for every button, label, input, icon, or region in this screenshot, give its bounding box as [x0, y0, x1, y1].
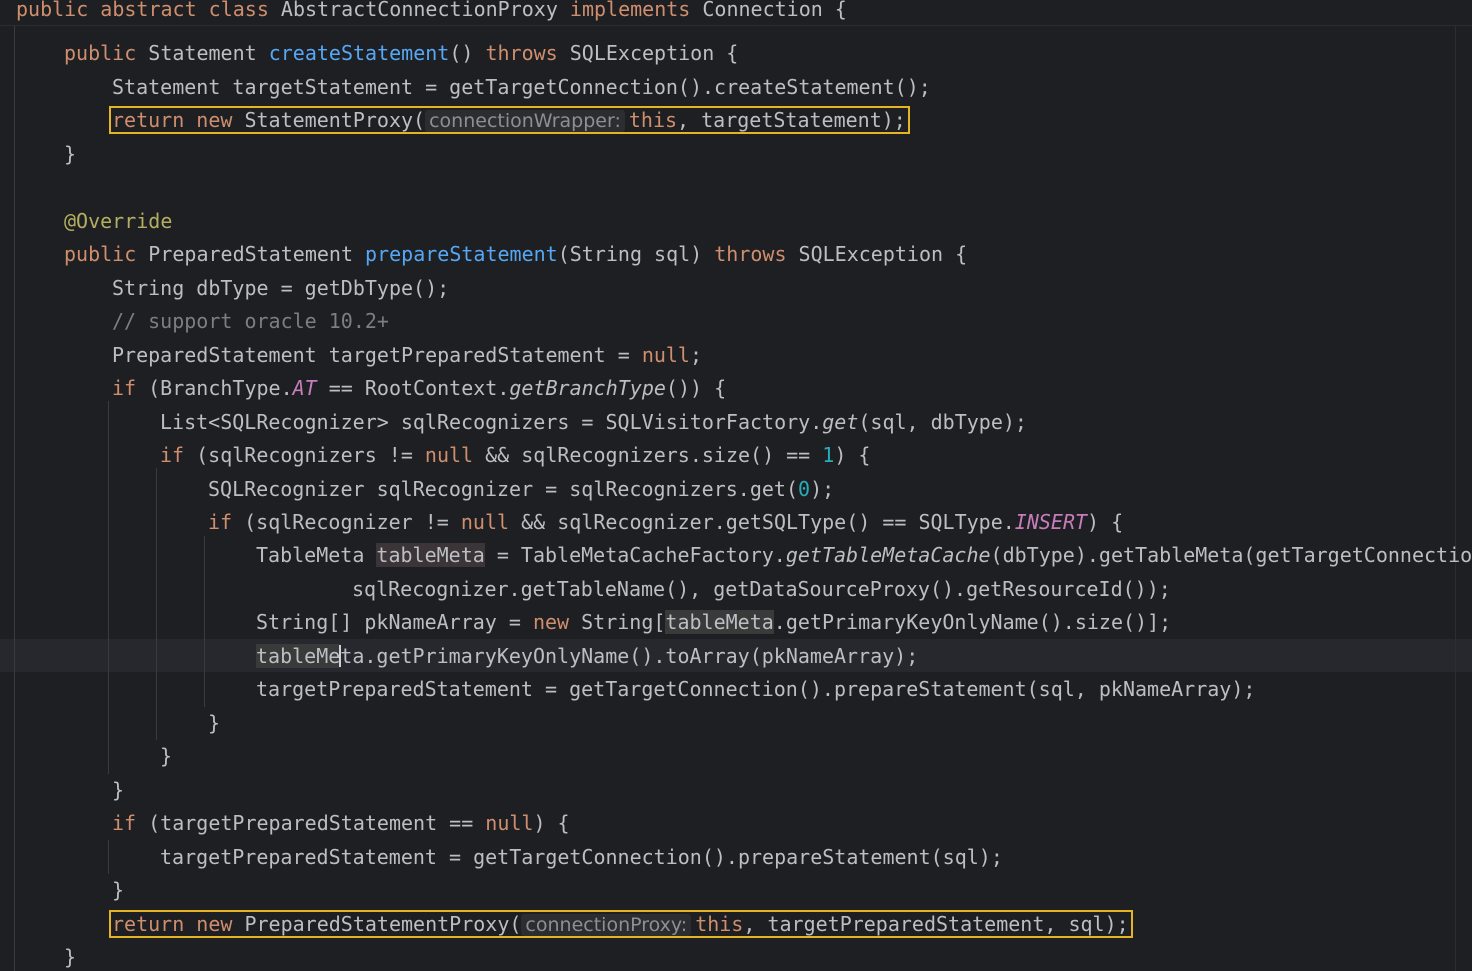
sticky-class-header: public abstract class AbstractConnection… [0, 0, 1472, 26]
indent-guide [108, 401, 109, 774]
indent-guide [204, 536, 205, 707]
code-line-11[interactable]: List<SQLRecognizer> sqlRecognizers = SQL… [160, 406, 1027, 439]
code-line-10[interactable]: if (BranchType.AT == RootContext.getBran… [112, 372, 726, 405]
code-line-20[interactable]: } [208, 707, 220, 740]
code-line-1[interactable]: public Statement createStatement() throw… [64, 37, 738, 70]
code-line-25[interactable]: } [112, 874, 124, 907]
code-line-24[interactable]: targetPreparedStatement = getTargetConne… [160, 841, 1003, 874]
symbol-usage-highlight: tableMeta [376, 543, 485, 567]
indent-guide [108, 840, 109, 874]
code-line-26[interactable]: return new PreparedStatementProxy(connec… [109, 908, 1133, 941]
indent-guide [156, 468, 157, 740]
code-line-12[interactable]: if (sqlRecognizers != null && sqlRecogni… [160, 439, 870, 472]
parameter-hint: connectionProxy: [521, 914, 692, 936]
code-line-4[interactable]: } [64, 138, 76, 171]
right-margin-guide [1455, 0, 1456, 971]
code-line-5[interactable]: @Override [64, 205, 172, 238]
class-declaration-line: public abstract class AbstractConnection… [16, 0, 847, 21]
indent-guide [14, 25, 15, 971]
code-line-13[interactable]: SQLRecognizer sqlRecognizer = sqlRecogni… [208, 473, 834, 506]
code-line-23[interactable]: if (targetPreparedStatement == null) { [112, 807, 570, 840]
code-line-18[interactable]: tableMeta.getPrimaryKeyOnlyName().toArra… [256, 640, 918, 673]
code-line-9[interactable]: PreparedStatement targetPreparedStatemen… [112, 339, 702, 372]
code-line-6[interactable]: public PreparedStatement prepareStatemen… [64, 238, 967, 271]
code-line-15[interactable]: TableMeta tableMeta = TableMetaCacheFact… [256, 539, 1472, 572]
symbol-usage-highlight: tableMeta [665, 610, 774, 634]
symbol-usage-highlight: tableMe [256, 644, 342, 668]
parameter-hint: connectionWrapper: [425, 110, 625, 132]
code-line-27[interactable]: } [64, 941, 76, 971]
code-line-7[interactable]: String dbType = getDbType(); [112, 272, 449, 305]
code-line-19[interactable]: targetPreparedStatement = getTargetConne… [256, 673, 1255, 706]
code-editor[interactable]: public abstract class AbstractConnection… [0, 0, 1472, 971]
highlighted-return-statement: return new StatementProxy(connectionWrap… [109, 106, 910, 134]
code-line-17[interactable]: String[] pkNameArray = new String[tableM… [256, 606, 1171, 639]
code-line-2[interactable]: Statement targetStatement = getTargetCon… [112, 71, 931, 104]
code-line-14[interactable]: if (sqlRecognizer != null && sqlRecogniz… [208, 506, 1123, 539]
code-line-22[interactable]: } [112, 774, 124, 807]
highlighted-return-statement: return new PreparedStatementProxy(connec… [109, 910, 1133, 938]
code-line-16[interactable]: sqlRecognizer.getTableName(), getDataSou… [352, 573, 1171, 606]
code-line-8[interactable]: // support oracle 10.2+ [112, 305, 389, 338]
code-line-21[interactable]: } [160, 740, 172, 773]
code-line-3[interactable]: return new StatementProxy(connectionWrap… [109, 104, 910, 137]
